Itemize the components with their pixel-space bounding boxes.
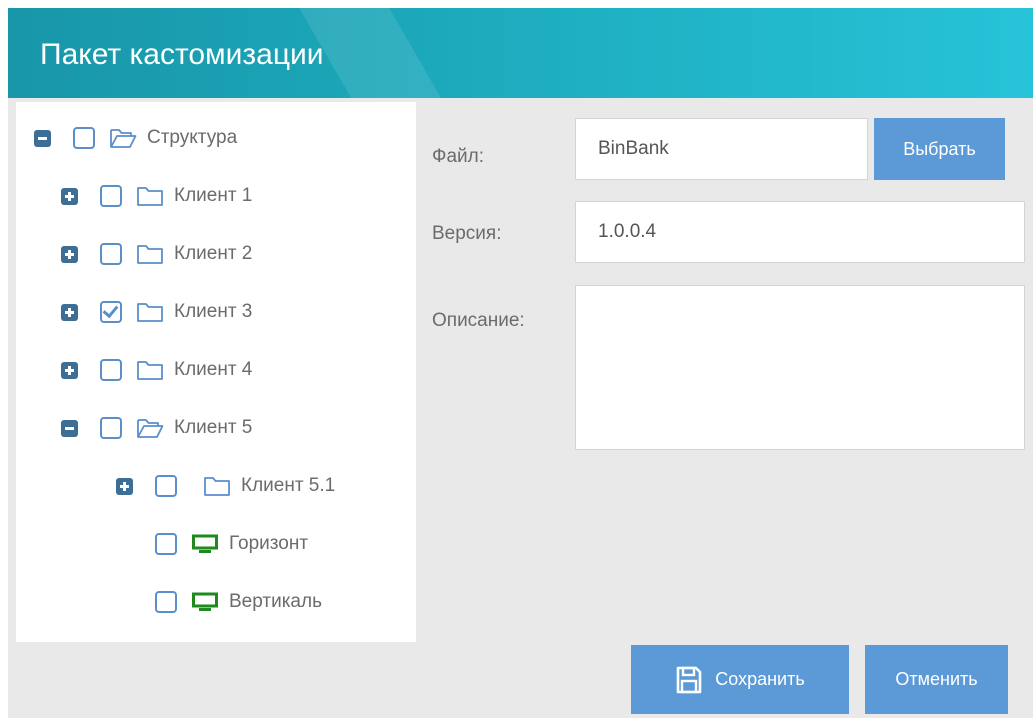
folder-icon	[136, 301, 164, 323]
tree-node-label: Структура	[147, 127, 238, 148]
tree-checkbox[interactable]	[73, 127, 95, 149]
tree-node-client-4[interactable]: Клиент 4	[61, 352, 252, 388]
tree-node-client-1[interactable]: Клиент 1	[61, 178, 252, 214]
description-label: Описание:	[432, 310, 525, 331]
tree-checkbox[interactable]	[155, 475, 177, 497]
tree-node-label: Клиент 2	[174, 243, 253, 264]
tree-node-client-5[interactable]: Клиент 5	[61, 410, 252, 446]
folder-icon	[136, 243, 164, 265]
collapse-icon[interactable]	[34, 129, 51, 147]
floppy-disk-icon	[676, 666, 702, 693]
tree-checkbox[interactable]	[100, 185, 122, 207]
tree-checkbox-checked[interactable]	[100, 301, 122, 323]
folder-icon	[136, 185, 164, 207]
tree-checkbox[interactable]	[100, 359, 122, 381]
expand-icon[interactable]	[61, 187, 78, 205]
tree-node-label: Клиент 5	[174, 417, 253, 438]
tree-checkbox[interactable]	[155, 533, 177, 555]
tree-node-gorizont[interactable]: Горизонт	[116, 526, 308, 562]
toggle-spacer	[116, 594, 133, 611]
tree-checkbox[interactable]	[100, 417, 122, 439]
folder-icon	[136, 359, 164, 381]
tree-checkbox[interactable]	[155, 591, 177, 613]
expand-icon[interactable]	[61, 361, 78, 379]
dialog-title: Пакет кастомизации	[40, 38, 324, 71]
file-input[interactable]	[575, 118, 868, 180]
tree-node-label: Клиент 5.1	[241, 475, 336, 496]
tree-node-label: Горизонт	[229, 533, 309, 554]
monitor-icon	[191, 533, 219, 555]
toggle-spacer	[116, 536, 133, 553]
dialog-header: Пакет кастомизации	[8, 8, 1033, 98]
expand-icon[interactable]	[61, 303, 78, 321]
collapse-icon[interactable]	[61, 419, 78, 437]
customization-dialog: Пакет кастомизации Структура Клиент 1 Кл…	[8, 8, 1033, 718]
tree-node-client-5-1[interactable]: Клиент 5.1	[116, 468, 335, 504]
tree-node-client-2[interactable]: Клиент 2	[61, 236, 252, 272]
tree-node-label: Клиент 4	[174, 359, 253, 380]
folder-open-icon	[136, 417, 164, 439]
tree-node-label: Клиент 1	[174, 185, 253, 206]
monitor-icon	[191, 591, 219, 613]
tree-checkbox[interactable]	[100, 243, 122, 265]
tree-node-vertikal[interactable]: Вертикаль	[116, 584, 322, 620]
expand-icon[interactable]	[116, 477, 133, 495]
folder-icon	[203, 475, 231, 497]
structure-tree: Структура Клиент 1 Клиент 2 Клиент 3 Кли…	[16, 102, 416, 642]
version-label: Версия:	[432, 223, 502, 244]
tree-node-label: Клиент 3	[174, 301, 253, 322]
save-button[interactable]: Сохранить	[631, 645, 849, 714]
file-label: Файл:	[432, 146, 484, 167]
choose-button[interactable]: Выбрать	[874, 118, 1005, 180]
tree-node-root[interactable]: Структура	[34, 120, 237, 156]
expand-icon[interactable]	[61, 245, 78, 263]
description-textarea[interactable]	[575, 285, 1025, 450]
tree-node-client-3[interactable]: Клиент 3	[61, 294, 252, 330]
folder-open-icon	[109, 127, 137, 149]
tree-node-label: Вертикаль	[229, 591, 322, 612]
version-input[interactable]	[575, 201, 1025, 263]
save-button-label: Сохранить	[715, 669, 805, 689]
cancel-button[interactable]: Отменить	[865, 645, 1008, 714]
